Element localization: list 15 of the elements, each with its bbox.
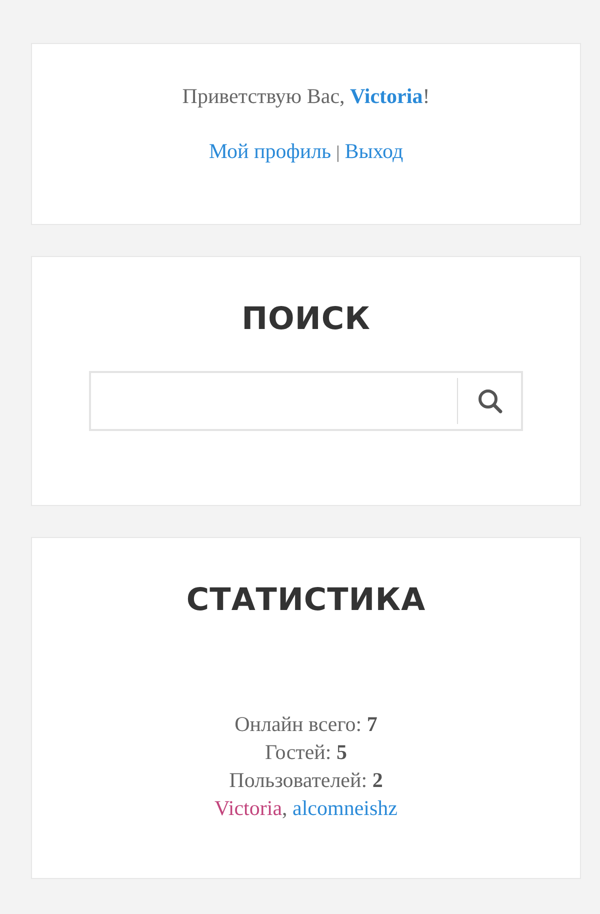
separator: | (336, 142, 340, 163)
separator: , (282, 796, 288, 820)
stat-text: Гостей: 5 (265, 739, 347, 766)
user-link[interactable]: alcomneishz (292, 796, 398, 820)
user-link[interactable]: Victoria (214, 796, 282, 820)
logout-link[interactable]: Выход (344, 139, 404, 164)
profile-link[interactable]: Мой профиль (208, 139, 332, 164)
user-link[interactable]: Victoria (350, 84, 423, 108)
search-icon (476, 388, 502, 414)
stat-text: Пользователей: 2 (229, 767, 383, 794)
search-field[interactable] (89, 371, 523, 431)
greeting-text: Приветствую Вас, Victoria! (182, 84, 430, 109)
section-title: ПОИСК (242, 301, 370, 337)
stat-text: Онлайн всего: 7 (234, 711, 378, 738)
section-title: СТАТИСТИКА (186, 582, 426, 618)
